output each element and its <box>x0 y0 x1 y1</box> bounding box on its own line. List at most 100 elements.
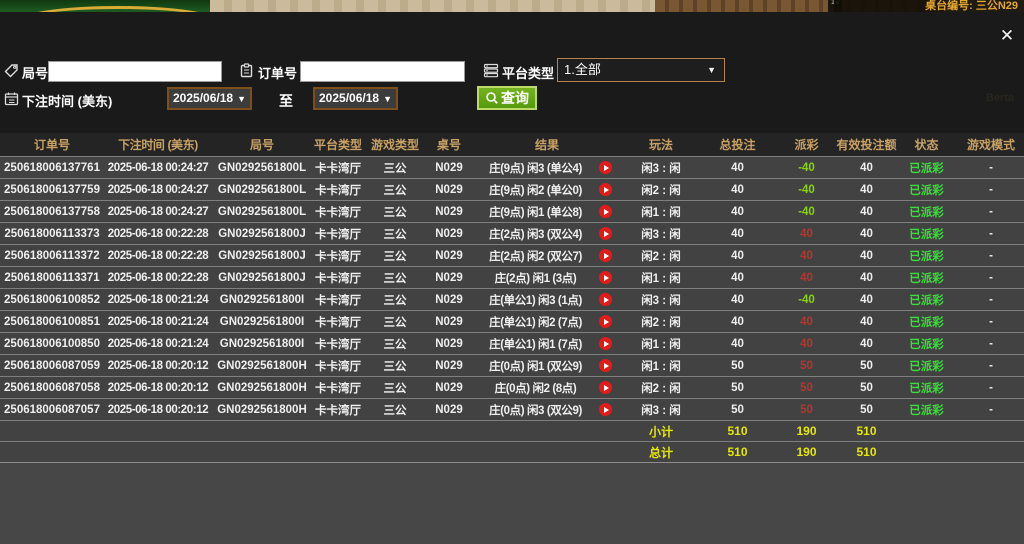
result-text: 庄(单公1) 闲1 (7点) <box>472 336 599 352</box>
round-number-input[interactable] <box>48 61 222 82</box>
cell-play: 闲3 : 闲 <box>622 223 700 244</box>
chevron-down-icon: ▼ <box>707 59 716 81</box>
cell-game: 三公 <box>364 223 426 244</box>
background-game-strip: 1 桌台编号: 三公N29 <box>0 0 1024 12</box>
play-video-icon[interactable] <box>599 205 612 218</box>
table-row: 2506180060870572025-06-18 00:20:12GN0292… <box>0 398 1024 420</box>
order-number-input[interactable] <box>300 61 465 82</box>
cell-round: GN0292561800J <box>212 223 312 244</box>
play-video-icon[interactable] <box>599 315 612 328</box>
cell-result: 庄(9点) 闲1 (单公8) <box>472 201 622 222</box>
cell-mode: - <box>958 377 1024 398</box>
cell-valid_bet: 40 <box>838 223 895 244</box>
play-video-icon[interactable] <box>599 183 612 196</box>
screen: 1 桌台编号: 三公N29 Berta 20 - 50.0 0 ✕ 局号 订单号… <box>0 0 1024 544</box>
cell-round: GN0292561800L <box>212 201 312 222</box>
table-row: 2506180061008512025-06-18 00:21:24GN0292… <box>0 310 1024 332</box>
cell-time: 2025-06-18 00:24:27 <box>104 179 212 200</box>
cell-round: GN0292561800L <box>212 179 312 200</box>
table-row: 2506180061008522025-06-18 00:21:24GN0292… <box>0 288 1024 310</box>
cell-platform: 卡卡湾厅 <box>312 157 364 178</box>
cell-payout: 40 <box>775 311 838 332</box>
game-table-felt <box>0 0 210 12</box>
subtotal-row: 小计 510 190 510 <box>0 420 1024 441</box>
header-time: 下注时间 (美东) <box>104 133 212 156</box>
header-payout: 派彩 <box>775 133 838 156</box>
play-video-icon[interactable] <box>599 403 612 416</box>
play-video-icon[interactable] <box>599 161 612 174</box>
cell-round: GN0292561800J <box>212 245 312 266</box>
cell-total_bet: 40 <box>700 201 775 222</box>
table-row: 2506180061133712025-06-18 00:22:28GN0292… <box>0 266 1024 288</box>
header-result: 结果 <box>472 133 622 156</box>
cell-play: 闲1 : 闲 <box>622 333 700 354</box>
cell-valid_bet: 40 <box>838 157 895 178</box>
clipboard-icon <box>239 63 254 78</box>
cell-order: 250618006100851 <box>0 311 104 332</box>
cell-time: 2025-06-18 00:24:27 <box>104 201 212 222</box>
subtotal-valid-bet: 510 <box>838 421 895 441</box>
close-icon[interactable]: ✕ <box>996 25 1018 47</box>
play-video-icon[interactable] <box>599 249 612 262</box>
cell-status: 已派彩 <box>895 223 958 244</box>
play-video-icon[interactable] <box>599 359 612 372</box>
query-button[interactable]: 查询 <box>477 86 537 110</box>
cell-payout: -40 <box>775 157 838 178</box>
cell-status: 已派彩 <box>895 267 958 288</box>
cell-table: N029 <box>426 311 472 332</box>
cell-total_bet: 40 <box>700 245 775 266</box>
to-label: 至 <box>279 91 293 111</box>
bet-history-modal: Berta 20 - 50.0 0 ✕ 局号 订单号 平台类型 1.全部 ▼ 下… <box>0 12 1024 544</box>
table-body: 2506180061377612025-06-18 00:24:27GN0292… <box>0 156 1024 420</box>
date-from-picker[interactable]: 2025/06/18▼ <box>167 87 252 110</box>
play-video-icon[interactable] <box>599 227 612 240</box>
cell-table: N029 <box>426 179 472 200</box>
play-video-icon[interactable] <box>599 271 612 284</box>
table-header-row: 订单号 下注时间 (美东) 局号 平台类型 游戏类型 桌号 结果 玩法 总投注 … <box>0 133 1024 156</box>
play-video-icon[interactable] <box>599 381 612 394</box>
header-mode: 游戏模式 <box>958 133 1024 156</box>
cell-valid_bet: 40 <box>838 179 895 200</box>
play-video-icon[interactable] <box>599 337 612 350</box>
cell-mode: - <box>958 245 1024 266</box>
cell-round: GN0292561800I <box>212 311 312 332</box>
cell-total_bet: 50 <box>700 355 775 376</box>
cell-order: 250618006113372 <box>0 245 104 266</box>
cell-payout: 40 <box>775 245 838 266</box>
game-wall <box>210 0 655 12</box>
cell-round: GN0292561800H <box>212 377 312 398</box>
cell-mode: - <box>958 157 1024 178</box>
table-row: 2506180061377592025-06-18 00:24:27GN0292… <box>0 178 1024 200</box>
cell-order: 250618006137761 <box>0 157 104 178</box>
cell-result: 庄(2点) 闲3 (双公4) <box>472 223 622 244</box>
subtotal-label: 小计 <box>622 421 700 441</box>
cell-mode: - <box>958 289 1024 310</box>
query-button-label: 查询 <box>501 88 529 108</box>
cell-total_bet: 50 <box>700 399 775 420</box>
cell-total_bet: 40 <box>700 267 775 288</box>
result-text: 庄(单公1) 闲2 (7点) <box>472 314 599 330</box>
date-to-value: 2025/06/18 <box>319 91 379 105</box>
chevron-down-icon: ▼ <box>383 94 392 104</box>
table-id-badge: 桌台编号: 三公N29 <box>834 0 1024 12</box>
cell-game: 三公 <box>364 355 426 376</box>
header-play: 玩法 <box>622 133 700 156</box>
cell-total_bet: 40 <box>700 311 775 332</box>
result-text: 庄(0点) 闲2 (8点) <box>472 380 599 396</box>
cell-platform: 卡卡湾厅 <box>312 245 364 266</box>
cell-payout: -40 <box>775 289 838 310</box>
result-text: 庄(0点) 闲3 (双公9) <box>472 402 599 418</box>
cell-total_bet: 40 <box>700 333 775 354</box>
cell-mode: - <box>958 355 1024 376</box>
result-text: 庄(9点) 闲3 (单公4) <box>472 160 599 176</box>
header-total: 总投注 <box>700 133 775 156</box>
result-text: 庄(2点) 闲3 (双公4) <box>472 226 599 242</box>
cell-order: 250618006100852 <box>0 289 104 310</box>
grand-total-valid-bet: 510 <box>838 442 895 462</box>
platform-type-select[interactable]: 1.全部 ▼ <box>557 58 725 82</box>
cell-result: 庄(单公1) 闲1 (7点) <box>472 333 622 354</box>
cell-platform: 卡卡湾厅 <box>312 201 364 222</box>
date-to-picker[interactable]: 2025/06/18 ▼ <box>313 87 398 110</box>
play-video-icon[interactable] <box>599 293 612 306</box>
search-icon <box>485 91 499 105</box>
